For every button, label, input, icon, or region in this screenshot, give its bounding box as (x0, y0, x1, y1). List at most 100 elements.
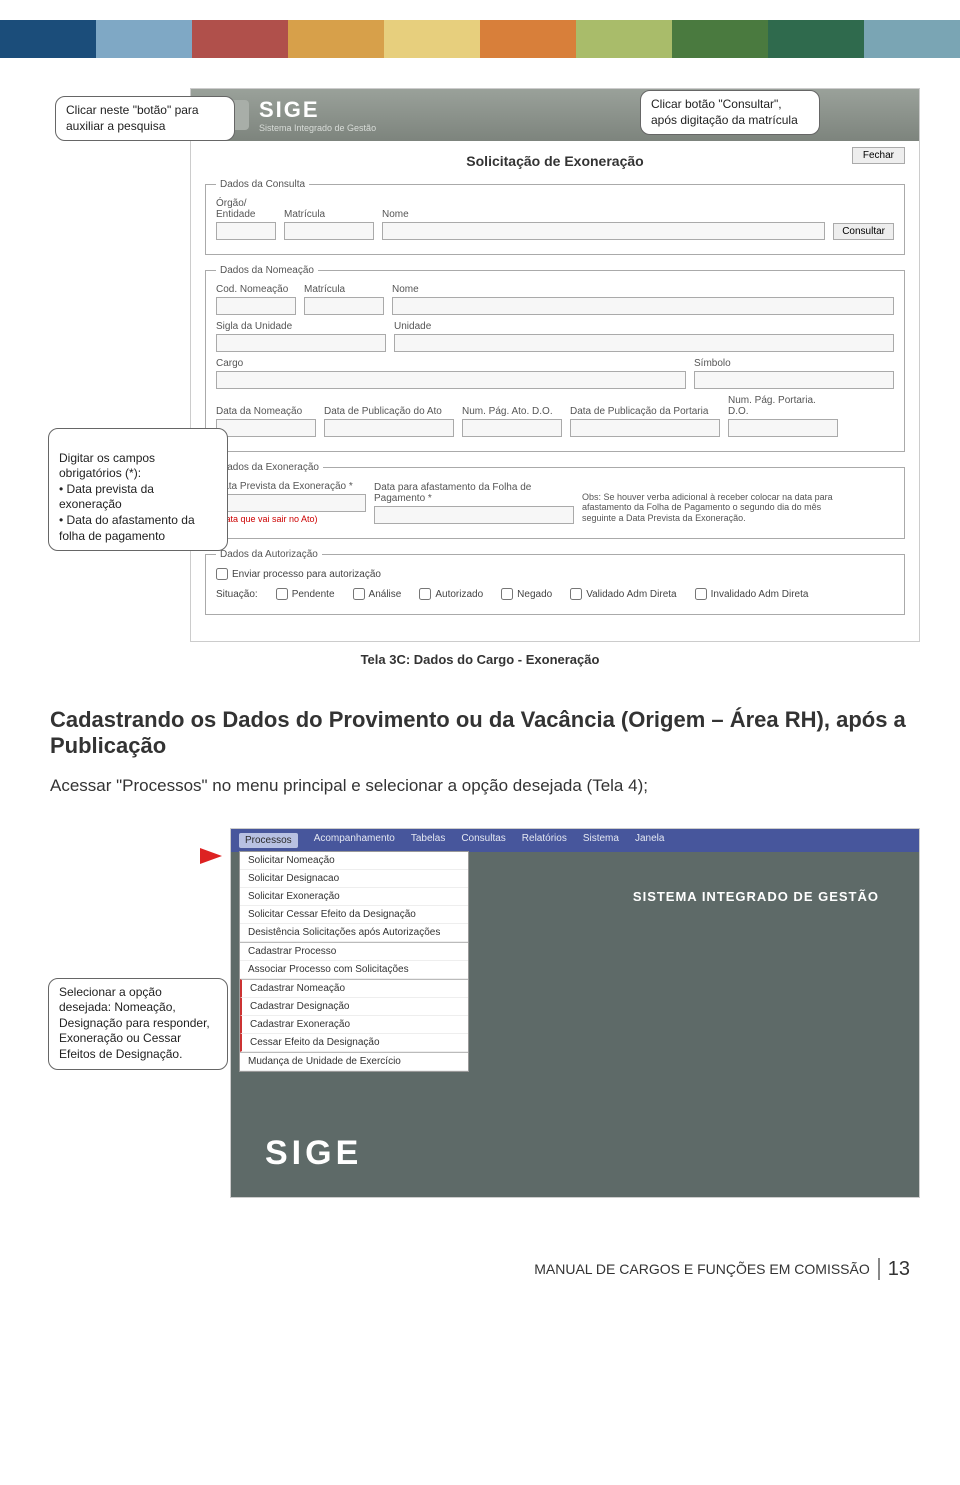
app-brand: SIGE (259, 97, 376, 123)
opt-analise-label: Análise (369, 589, 402, 600)
legend-exoneracao: Dados da Exoneração (216, 462, 323, 473)
fieldset-autorizacao: Dados da Autorização Enviar processo par… (205, 549, 905, 615)
label-datapubport: Data de Publicação da Portaria (570, 406, 720, 417)
consultar-button[interactable]: Consultar (833, 223, 894, 240)
menu-acompanhamento[interactable]: Acompanhamento (314, 833, 395, 848)
legend-nomeacao: Dados da Nomeação (216, 265, 318, 276)
sigla-field (216, 334, 386, 352)
situacao-label: Situação: (216, 589, 258, 600)
dd-item[interactable]: Desistência Solicitações após Autorizaçõ… (240, 924, 468, 942)
label-datapub: Data de Publicação do Ato (324, 406, 454, 417)
page-footer: MANUAL DE CARGOS E FUNÇÕES EM COMISSÃO 1… (0, 1258, 910, 1281)
dd-item-highlight[interactable]: Cadastrar Nomeação (240, 979, 468, 998)
dd-item[interactable]: Solicitar Exoneração (240, 888, 468, 906)
footer-divider (878, 1258, 880, 1280)
menubar: Processos Acompanhamento Tabelas Consult… (231, 829, 919, 852)
page-title: Solicitação de Exoneração (205, 153, 905, 169)
dd-item[interactable]: Mudança de Unidade de Exercício (240, 1052, 468, 1071)
matricula2-field (304, 297, 384, 315)
legend-autorizacao: Dados da Autorização (216, 549, 322, 560)
menu-consultas[interactable]: Consultas (461, 833, 505, 848)
section-heading: Cadastrando os Dados do Provimento ou da… (50, 707, 910, 760)
label-matricula: Matrícula (284, 209, 374, 220)
orgao-input[interactable] (216, 222, 276, 240)
dataprev-input[interactable] (216, 494, 366, 512)
label-dataprev: Data Prevista da Exoneração * (216, 481, 366, 492)
footer-text: MANUAL DE CARGOS E FUNÇÕES EM COMISSÃO (534, 1261, 870, 1277)
opt-validado[interactable] (570, 588, 582, 600)
opt-negado[interactable] (501, 588, 513, 600)
opt-pendente-label: Pendente (292, 589, 335, 600)
label-matricula2: Matrícula (304, 284, 384, 295)
datapub-field (324, 419, 454, 437)
opt-validado-label: Validado Adm Direta (586, 589, 676, 600)
opt-pendente[interactable] (276, 588, 288, 600)
label-simbolo: Símbolo (694, 358, 894, 369)
dd-item[interactable]: Solicitar Designacao (240, 870, 468, 888)
nome2-field (392, 297, 894, 315)
dataprev-hint: (Data que vai sair no Ato) (216, 514, 366, 524)
caption-tela3c: Tela 3C: Dados do Cargo - Exoneração (0, 652, 960, 667)
callout-text: Digitar os campos obrigatórios (*): • Da… (59, 451, 195, 543)
opt-autorizado[interactable] (419, 588, 431, 600)
callout-text: Clicar neste "botão" para auxiliar a pes… (66, 103, 199, 133)
form-body: Fechar Solicitação de Exoneração Dados d… (191, 141, 919, 641)
unidade-field (394, 334, 894, 352)
opt-analise[interactable] (353, 588, 365, 600)
dd-item-highlight[interactable]: Cadastrar Designação (240, 998, 468, 1016)
menu-tabelas[interactable]: Tabelas (411, 833, 445, 848)
page-number: 13 (888, 1258, 910, 1281)
codnom-field (216, 297, 296, 315)
label-numpag: Num. Pág. Ato. D.O. (462, 406, 562, 417)
fechar-button[interactable]: Fechar (852, 147, 905, 164)
nome-input[interactable] (382, 222, 825, 240)
callout-required-fields: Digitar os campos obrigatórios (*): • Da… (48, 428, 228, 551)
sige-wordmark: SIGE (265, 1134, 362, 1173)
opt-invalidado-label: Invalidado Adm Direta (711, 589, 809, 600)
dataafast-input[interactable] (374, 506, 574, 524)
label-sigla: Sigla da Unidade (216, 321, 386, 332)
datanom-field (216, 419, 316, 437)
app-brand-sub: Sistema Integrado de Gestão (259, 123, 376, 133)
dd-item-highlight[interactable]: Cadastrar Exoneração (240, 1016, 468, 1034)
datapubport-field (570, 419, 720, 437)
menu-janela[interactable]: Janela (635, 833, 664, 848)
red-arrow-icon (200, 848, 222, 864)
dd-item[interactable]: Associar Processo com Solicitações (240, 961, 468, 979)
dropdown-processos: Solicitar Nomeação Solicitar Designacao … (239, 851, 469, 1072)
dd-item[interactable]: Solicitar Cessar Efeito da Designação (240, 906, 468, 924)
dd-item-highlight[interactable]: Cessar Efeito da Designação (240, 1034, 468, 1052)
enviar-checkbox[interactable] (216, 568, 228, 580)
menu-processos[interactable]: Processos (239, 833, 298, 848)
numpag-field (462, 419, 562, 437)
menu-sistema[interactable]: Sistema (583, 833, 619, 848)
callout-text: Selecionar a opção desejada: Nomeação, D… (59, 985, 210, 1061)
label-unidade: Unidade (394, 321, 894, 332)
dd-item[interactable]: Solicitar Nomeação (240, 852, 468, 870)
screenshot-menu: Processos Acompanhamento Tabelas Consult… (230, 828, 920, 1198)
label-cargo: Cargo (216, 358, 686, 369)
numpagport-field (728, 419, 838, 437)
fieldset-exoneracao: Dados da Exoneração Data Prevista da Exo… (205, 462, 905, 539)
cargo-field (216, 371, 686, 389)
callout-consultar: Clicar botão "Consultar", após digitação… (640, 90, 820, 135)
opt-invalidado[interactable] (695, 588, 707, 600)
dd-item[interactable]: Cadastrar Processo (240, 942, 468, 961)
label-codnom: Cod. Nomeação (216, 284, 296, 295)
enviar-label: Enviar processo para autorização (232, 569, 381, 580)
opt-autorizado-label: Autorizado (435, 589, 483, 600)
matricula-input[interactable] (284, 222, 374, 240)
opt-negado-label: Negado (517, 589, 552, 600)
simbolo-field (694, 371, 894, 389)
callout-text: Clicar botão "Consultar", após digitação… (651, 97, 798, 127)
callout-select-option: Selecionar a opção desejada: Nomeação, D… (48, 978, 228, 1070)
obs-text: Obs: Se houver verba adicional à receber… (582, 492, 842, 524)
label-dataafast: Data para afastamento da Folha de Pagame… (374, 482, 574, 504)
section-paragraph: Acessar "Processos" no menu principal e … (50, 774, 910, 798)
label-orgao: Órgão/ Entidade (216, 198, 276, 220)
label-nome: Nome (382, 209, 825, 220)
label-datanom: Data da Nomeação (216, 406, 316, 417)
fieldset-nomeacao: Dados da Nomeação Cod. Nomeação Matrícul… (205, 265, 905, 452)
menu-relatorios[interactable]: Relatórios (522, 833, 567, 848)
screenshot-exoneracao: ✦ SIGE Sistema Integrado de Gestão Fecha… (190, 88, 920, 642)
